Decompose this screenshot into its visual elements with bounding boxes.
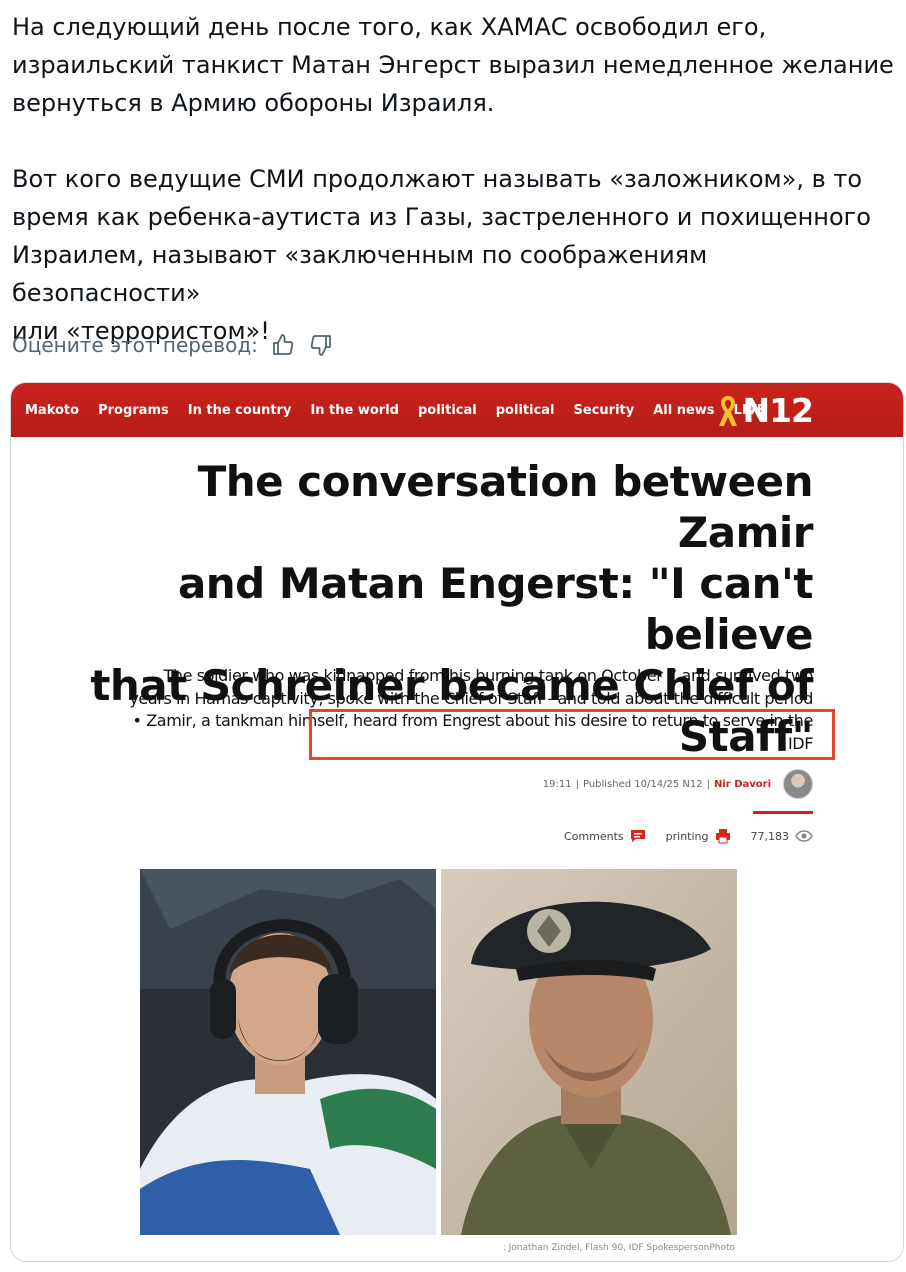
photo-credit: : Jonathan Zindel, Flash 90, IDF Spokesp… <box>502 1243 735 1253</box>
print-button[interactable]: printing <box>666 828 731 844</box>
translation-rating: Оцените этот перевод: <box>12 330 334 360</box>
subhead-line: The soldier who was kidnapped from his b… <box>163 666 814 685</box>
yellow-ribbon-icon <box>719 395 738 426</box>
post-line: время как ребенка-аутиста из Газы, застр… <box>12 203 871 231</box>
printer-icon <box>715 829 730 844</box>
headline-line: The conversation between Zamir <box>197 457 814 557</box>
thumbs-down-icon[interactable] <box>308 332 334 358</box>
subhead-line: • Zamir, a tankman himself, heard from E… <box>132 711 814 730</box>
nav-item-in-the-world[interactable]: In the world <box>310 403 399 418</box>
comments-button[interactable]: Comments <box>564 828 646 844</box>
post-line: израильский танкист Матан Энгерст вырази… <box>12 51 894 79</box>
subhead-line: years in Hamas captivity, spoke with the… <box>129 688 813 708</box>
nav-item-makoto[interactable]: Makoto <box>25 403 79 418</box>
post-line: вернуться в Армию обороны Израиля. <box>12 89 495 117</box>
byline-author[interactable]: Nir Davori <box>714 779 771 790</box>
nav-item-political-2[interactable]: political <box>496 403 555 418</box>
headline-line: and Matan Engerst: "I can't believe <box>177 559 814 659</box>
byline-divider <box>753 811 813 814</box>
media-card[interactable]: Makoto Programs In the country In the wo… <box>10 382 904 1262</box>
translation-rating-label: Оцените этот перевод: <box>12 333 258 357</box>
photo-matan-engerst <box>140 869 436 1235</box>
printing-label: printing <box>665 829 709 843</box>
nav-item-programs[interactable]: Programs <box>98 403 169 418</box>
subhead-line: IDF <box>787 733 813 753</box>
nav-item-all-news[interactable]: All news <box>653 403 714 418</box>
n12-nav-bar: Makoto Programs In the country In the wo… <box>11 383 903 437</box>
nav-items: Makoto Programs In the country In the wo… <box>11 403 785 418</box>
comment-icon <box>630 830 645 842</box>
byline-separator: | <box>575 778 579 790</box>
n12-logo[interactable]: N12 <box>716 391 814 430</box>
n12-logo-text: N12 <box>742 391 814 430</box>
view-count-value: 77,183 <box>750 829 790 843</box>
nav-item-security[interactable]: Security <box>574 403 635 418</box>
comments-label: Comments <box>564 829 624 843</box>
thumbs-up-icon[interactable] <box>270 332 296 358</box>
post-line: Вот кого ведущие СМИ продолжают называть… <box>12 165 863 193</box>
article-byline: 19:11 | Published 10/14/25 N12 | Nir Dav… <box>543 769 813 799</box>
post-text: На следующий день после того, как ХАМАС … <box>12 8 900 350</box>
author-avatar[interactable] <box>783 769 813 799</box>
eye-icon <box>795 830 813 842</box>
photo-eyal-zamir <box>441 869 737 1235</box>
byline-separator: | <box>706 778 710 790</box>
view-count: 77,183 <box>751 830 814 843</box>
article-actions: Comments printing 77,183 <box>544 825 813 847</box>
byline-time: 19:11 <box>542 778 572 790</box>
post-line: Израилем, называют «заключенным по сообр… <box>12 241 708 307</box>
article-subhead: The soldier who was kidnapped from his b… <box>43 665 813 755</box>
post-line: На следующий день после того, как ХАМАС … <box>12 13 767 41</box>
byline-published: Published 10/14/25 N12 <box>582 778 703 790</box>
nav-item-in-the-country[interactable]: In the country <box>188 403 292 418</box>
nav-item-political[interactable]: political <box>418 403 477 418</box>
